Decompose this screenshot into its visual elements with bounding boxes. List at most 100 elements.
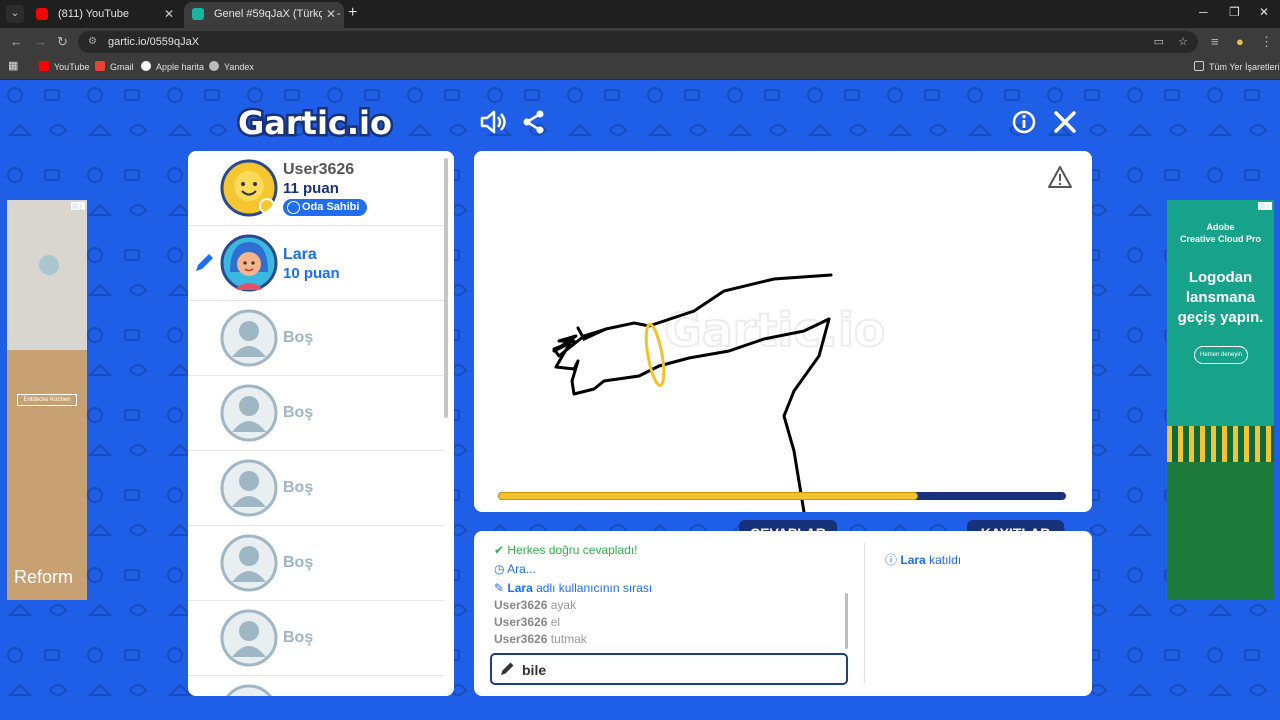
player-name: Boş — [283, 404, 314, 421]
ad-stripe-graphic — [1167, 426, 1274, 462]
close-tab-icon[interactable]: ✕ — [321, 2, 336, 26]
report-warning-icon[interactable] — [1047, 165, 1073, 189]
player-name: Boş — [283, 629, 314, 646]
player-list-scrollbar[interactable] — [444, 158, 448, 418]
bookmark-gmail[interactable]: Gmail — [95, 61, 134, 72]
player-name: Boş — [283, 329, 314, 346]
forward-icon[interactable]: → — [34, 34, 47, 49]
apps-grid-icon[interactable]: ▦ — [8, 59, 18, 72]
tab-search-button[interactable]: ⌄ — [6, 5, 24, 23]
tab-title: (811) YouTube — [58, 8, 129, 20]
minimize-icon[interactable]: ─ — [1199, 5, 1208, 19]
player-slot-empty: Boş — [188, 376, 444, 451]
url-text: gartic.io/0559qJaX — [108, 36, 200, 48]
restore-icon[interactable]: ❐ — [1229, 5, 1240, 19]
check-icon: ✔ — [494, 543, 505, 557]
answer-info-line: ◷ Ara... — [494, 562, 536, 576]
player-slot-empty: Boş — [188, 526, 444, 601]
ad-right-product: Creative Cloud Pro — [1179, 234, 1262, 244]
all-bookmarks-folder[interactable]: Tüm Yer İşaretleri — [1194, 61, 1280, 72]
guess-line: User3626 ayak — [494, 598, 577, 612]
ad-info-icon[interactable]: ⓘ⋮ — [71, 202, 85, 211]
ad-right-headline: Logodan lansmana geçiş yapın. — [1177, 269, 1264, 326]
close-room-icon[interactable] — [1051, 108, 1079, 136]
bookmark-yandex[interactable]: Yandex — [209, 61, 254, 72]
answer-input-field[interactable] — [490, 653, 848, 685]
browser-tab-youtube[interactable]: (811) YouTube ✕ — [28, 2, 182, 28]
player-slot-empty: Boş — [188, 451, 444, 526]
advertisement-left[interactable]: Entdecke Küchen Reform ⓘ⋮ — [7, 200, 87, 600]
avatar-empty-icon — [220, 609, 278, 667]
ad-info-icon[interactable]: ⓘ⋮ — [1258, 202, 1272, 211]
round-timer-progress-fill — [498, 492, 919, 500]
svg-text:Gartic.io: Gartic.io — [238, 104, 392, 142]
answer-success-line: ✔ Herkes doğru cevapladı! — [494, 543, 638, 557]
pencil-icon — [501, 662, 514, 675]
sound-icon[interactable] — [478, 108, 506, 136]
url-input[interactable]: ⚙ gartic.io/0559qJaX ▭ ☆ — [78, 31, 1198, 53]
player-item[interactable]: User3626 11 puan Oda Sahibi — [188, 151, 444, 226]
player-item[interactable]: Lara 10 puan — [188, 226, 444, 301]
install-app-icon[interactable]: ▭ — [1154, 31, 1164, 53]
room-owner-badge: Oda Sahibi — [283, 199, 368, 216]
avatar-empty-icon — [220, 534, 278, 592]
player-name: Boş — [283, 479, 314, 496]
ad-background-graphic — [1167, 462, 1274, 600]
close-tab-icon[interactable]: ✕ — [164, 2, 174, 26]
drawing-canvas[interactable]: Gartic.io — [474, 151, 1092, 512]
player-list: User3626 11 puan Oda Sahibi Lara 10 puan — [188, 151, 454, 696]
info-icon: ⓘ — [885, 553, 898, 567]
bookmark-star-icon[interactable]: ☆ — [1178, 31, 1188, 53]
ad-left-button[interactable]: Entdecke Küchen — [17, 394, 77, 406]
player-slot-empty-partial — [188, 676, 444, 696]
site-info-icon[interactable]: ⚙ — [88, 31, 97, 53]
bookmarks-bar: ▦ YouTube Gmail Apple harita Yandex Tüm … — [0, 56, 1280, 80]
gartic-logo[interactable]: Gartic.io — [236, 102, 408, 142]
reload-icon[interactable]: ↻ — [57, 34, 68, 50]
bookmark-youtube[interactable]: YouTube — [39, 61, 89, 72]
browser-menu-icon[interactable]: ⋮ — [1260, 34, 1273, 50]
player-name: Boş — [283, 554, 314, 571]
turn-user: Lara — [507, 581, 533, 595]
new-tab-button[interactable]: + — [348, 4, 357, 22]
player-name: User3626 — [283, 161, 355, 178]
kitchen-image — [7, 350, 87, 600]
media-controls-icon[interactable]: ≡ — [1211, 34, 1219, 49]
gartic-page: Gartic.io Entdecke Küchen Reform ⓘ⋮ Adob… — [0, 80, 1280, 720]
share-icon[interactable] — [520, 108, 548, 136]
avatar-empty-icon — [220, 309, 278, 367]
ad-right-cta-button[interactable]: Hemen deneyin — [1194, 346, 1248, 364]
answers-scrollbar[interactable] — [845, 593, 848, 649]
advertisement-right[interactable]: Adobe Creative Cloud Pro Logodan lansman… — [1167, 200, 1274, 600]
browser-tab-strip: ⌄ (811) YouTube ✕ Genel #59qJaX (Türkçe)… — [0, 0, 1280, 28]
round-timer-progress — [498, 492, 1066, 500]
profile-icon[interactable]: ● — [1236, 34, 1244, 49]
canvas-watermark-logo: Gartic.io — [664, 303, 885, 357]
avatar-smiling-user — [220, 159, 278, 217]
smile-icon — [287, 201, 300, 214]
ad-right-brand: Adobe — [1206, 222, 1235, 232]
window-close-icon[interactable]: ✕ — [1259, 5, 1269, 19]
guess-line: User3626 tutmak — [494, 632, 587, 646]
back-icon[interactable]: ← — [10, 34, 23, 49]
turn-line: ✎ Lara adlı kullanıcının sırası — [494, 581, 652, 595]
answers-list: ✔ Herkes doğru cevapladı! ◷ Ara... ✎ Lar… — [474, 531, 854, 649]
player-points: 11 puan — [283, 180, 339, 197]
bookmark-apple-harita[interactable]: Apple harita — [141, 61, 204, 72]
browser-tab-gartic[interactable]: Genel #59qJaX (Türkçe) - Gartic ✕ — [184, 2, 344, 28]
gartic-favicon-icon — [192, 8, 204, 20]
avatar-empty-icon — [226, 684, 272, 696]
avatar-girl — [220, 234, 278, 292]
log-line: ⓘ Lara katıldı — [885, 553, 962, 567]
player-name: Lara — [283, 246, 317, 263]
chat-panel: ✔ Herkes doğru cevapladı! ◷ Ara... ✎ Lar… — [474, 531, 1092, 696]
answer-input[interactable] — [522, 660, 832, 680]
info-icon[interactable] — [1010, 108, 1038, 136]
lamp-image — [39, 255, 59, 275]
panel-divider — [864, 543, 865, 683]
avatar-empty-icon — [220, 459, 278, 517]
pencil-icon: ✎ — [494, 581, 505, 595]
player-points: 10 puan — [283, 265, 340, 282]
avatar-empty-icon — [220, 384, 278, 442]
player-slot-empty: Boş — [188, 301, 444, 376]
